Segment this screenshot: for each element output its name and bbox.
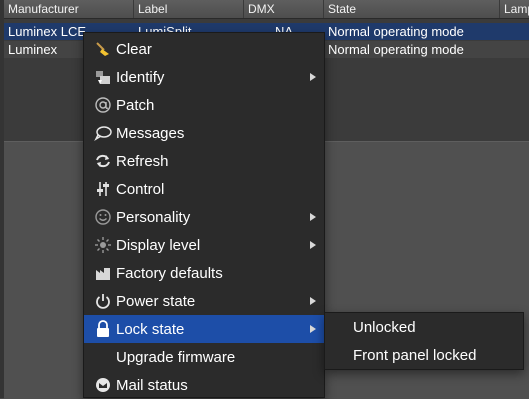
lock-icon bbox=[92, 315, 114, 343]
speech-bubble-icon bbox=[92, 119, 114, 147]
menu-item-identify[interactable]: Identify bbox=[84, 63, 324, 91]
menu-item-label: Control bbox=[116, 180, 165, 198]
table-header: Manufacturer Label DMX State Lamp bbox=[4, 0, 529, 19]
menu-item-refresh[interactable]: Refresh bbox=[84, 147, 324, 175]
column-header-state[interactable]: State bbox=[324, 0, 500, 18]
menu-item-patch[interactable]: Patch bbox=[84, 91, 324, 119]
menu-item-label: Power state bbox=[116, 292, 196, 310]
submenu-arrow-icon bbox=[310, 325, 316, 333]
menu-item-label: Display level bbox=[116, 236, 201, 254]
at-sign-icon bbox=[92, 91, 114, 119]
context-menu: Clear Identify Patch Messages Refresh Co… bbox=[83, 32, 325, 398]
menu-item-label: Identify bbox=[116, 68, 165, 86]
submenu-arrow-icon bbox=[310, 73, 316, 81]
submenu-item-front-panel-locked[interactable]: Front panel locked bbox=[325, 342, 523, 370]
menu-item-mail-status[interactable]: Mail status bbox=[84, 371, 324, 399]
submenu-arrow-icon bbox=[310, 297, 316, 305]
menu-item-label: Refresh bbox=[116, 152, 169, 170]
broom-icon bbox=[92, 35, 114, 63]
factory-icon bbox=[92, 259, 114, 287]
menu-item-label: Messages bbox=[116, 124, 185, 142]
menu-item-label: Mail status bbox=[116, 376, 188, 394]
submenu-item-unlocked[interactable]: Unlocked bbox=[325, 314, 523, 342]
cell-state: Normal operating mode bbox=[328, 24, 464, 39]
menu-item-power-state[interactable]: Power state bbox=[84, 287, 324, 315]
menu-item-label: Clear bbox=[116, 40, 152, 58]
submenu-arrow-icon bbox=[310, 241, 316, 249]
mail-icon bbox=[92, 371, 114, 399]
menu-item-label: Personality bbox=[116, 208, 191, 226]
cell-state: Normal operating mode bbox=[328, 42, 464, 57]
menu-item-label: Upgrade firmware bbox=[116, 348, 236, 366]
menu-item-clear[interactable]: Clear bbox=[84, 35, 324, 63]
menu-item-display-level[interactable]: Display level bbox=[84, 231, 324, 259]
app-window: Manufacturer Label DMX State Lamp Lumine… bbox=[0, 0, 529, 399]
column-header-lamp[interactable]: Lamp bbox=[500, 0, 529, 18]
menu-item-label: Factory defaults bbox=[116, 264, 223, 282]
column-header-dmx[interactable]: DMX bbox=[244, 0, 324, 18]
menu-item-label: Patch bbox=[116, 96, 155, 114]
menu-item-lock-state[interactable]: Lock state bbox=[84, 315, 324, 343]
menu-item-personality[interactable]: Personality bbox=[84, 203, 324, 231]
menu-item-control[interactable]: Control bbox=[84, 175, 324, 203]
refresh-icon bbox=[92, 147, 114, 175]
column-header-label[interactable]: Label bbox=[134, 0, 244, 18]
identify-icon bbox=[92, 63, 114, 91]
menu-item-factory-defaults[interactable]: Factory defaults bbox=[84, 259, 324, 287]
submenu-arrow-icon bbox=[310, 213, 316, 221]
column-header-manufacturer[interactable]: Manufacturer bbox=[4, 0, 134, 18]
control-icon bbox=[92, 175, 114, 203]
lock-state-submenu: Unlocked Front panel locked bbox=[324, 312, 524, 370]
brightness-icon bbox=[92, 231, 114, 259]
menu-item-label: Lock state bbox=[116, 320, 185, 338]
power-icon bbox=[92, 287, 114, 315]
smiley-icon bbox=[92, 203, 114, 231]
menu-item-upgrade-firmware[interactable]: Upgrade firmware bbox=[84, 343, 324, 371]
menu-item-messages[interactable]: Messages bbox=[84, 119, 324, 147]
